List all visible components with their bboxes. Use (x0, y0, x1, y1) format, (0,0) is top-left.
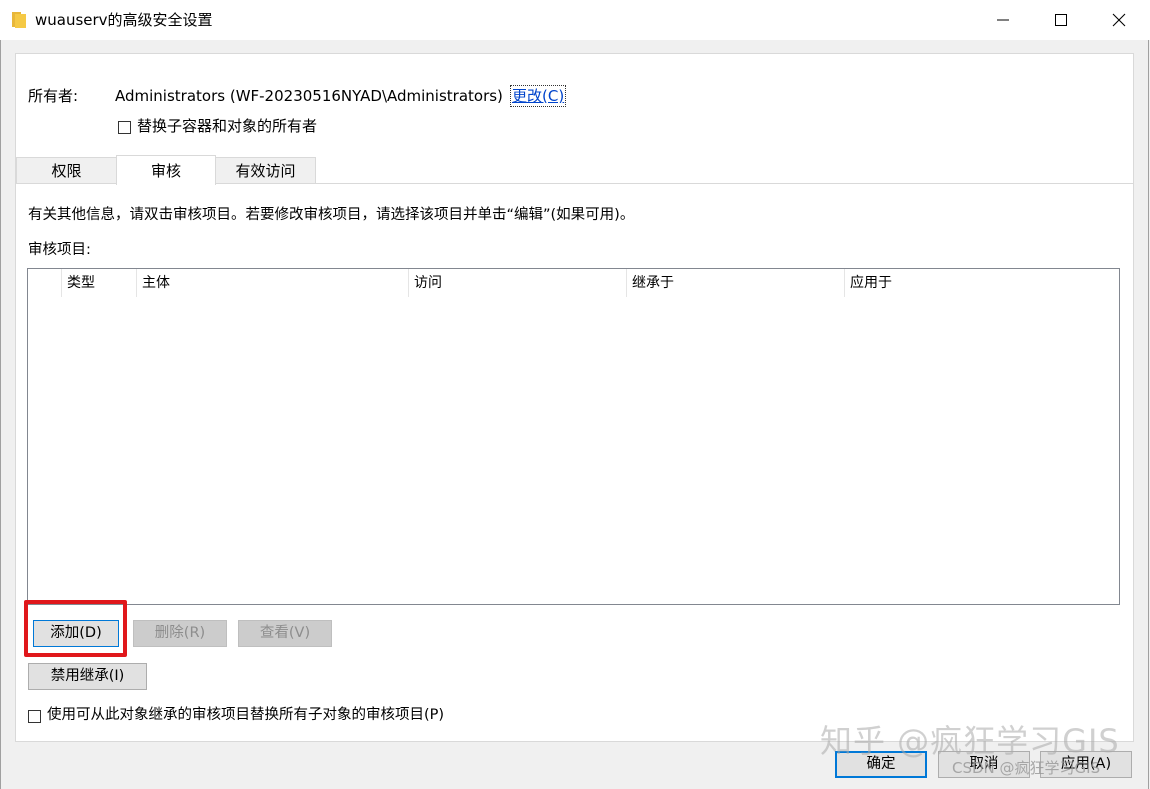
watermark-secondary: CSDN @疯狂学习GIS (952, 759, 1101, 777)
remove-button[interactable]: 删除(R) (133, 620, 227, 647)
column-header-access[interactable]: 访问 (408, 269, 626, 297)
column-header-principal[interactable]: 主体 (136, 269, 408, 297)
column-header-type[interactable]: 类型 (61, 269, 136, 297)
change-owner-link[interactable]: 更改(C) (509, 85, 567, 107)
title-bar[interactable]: wuauserv的高级安全设置 (0, 0, 1150, 40)
tab-permissions[interactable]: 权限 (16, 157, 117, 183)
add-button-highlight (24, 600, 127, 657)
folder-icon (12, 12, 26, 28)
owner-label: 所有者: (28, 87, 79, 105)
view-button[interactable]: 查看(V) (238, 620, 332, 647)
replace-child-entries-checkbox[interactable] (28, 710, 41, 723)
close-icon (1112, 13, 1126, 27)
maximize-button[interactable] (1032, 0, 1090, 40)
watermark: 知乎 @疯狂学习GIS (820, 722, 1120, 760)
minimize-button[interactable] (974, 0, 1032, 40)
replace-child-entries-label[interactable]: 使用可从此对象继承的审核项目替换所有子对象的审核项目(P) (47, 705, 444, 725)
audit-info-text: 有关其他信息，请双击审核项目。若要修改审核项目，请选择该项目并单击“编辑”(如果… (28, 207, 635, 223)
audit-entries-list[interactable]: 类型 主体 访问 继承于 应用于 (27, 268, 1120, 605)
close-button[interactable] (1090, 0, 1148, 40)
window-title: wuauserv的高级安全设置 (35, 11, 213, 29)
column-header-applies-to[interactable]: 应用于 (844, 269, 1114, 297)
audit-entries-label: 审核项目: (28, 242, 91, 258)
replace-owner-label[interactable]: 替换子容器和对象的所有者 (137, 116, 317, 136)
disable-inheritance-button[interactable]: 禁用继承(I) (28, 663, 147, 690)
minimize-icon (997, 19, 1009, 21)
column-header-inherited-from[interactable]: 继承于 (626, 269, 844, 297)
tab-effective-access[interactable]: 有效访问 (215, 157, 316, 183)
owner-value: Administrators (WF-20230516NYAD\Administ… (115, 87, 503, 105)
maximize-icon (1055, 14, 1067, 26)
replace-owner-checkbox[interactable] (118, 121, 131, 134)
tab-auditing[interactable]: 审核 (116, 155, 216, 185)
